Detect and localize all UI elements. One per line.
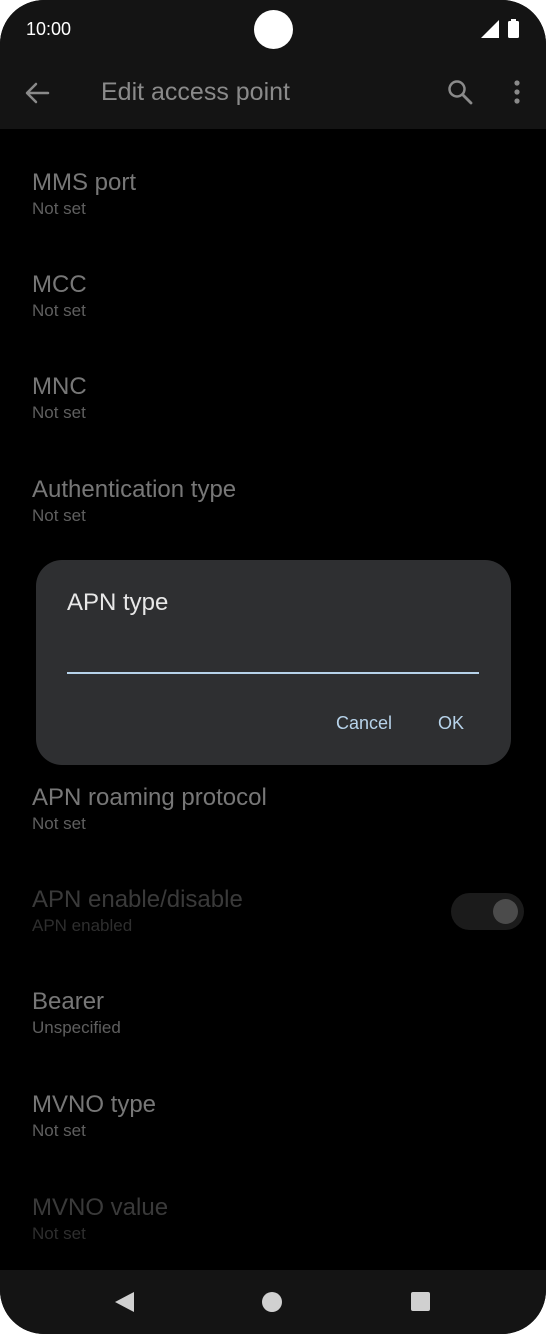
pref-apn-enable: APN enable/disable APN enabled [32,885,243,937]
pref-title: MCC [32,271,87,298]
pref-title: Bearer [32,988,105,1015]
pref-authentication-type[interactable]: Authentication type Not set [32,475,236,527]
more-vert-icon[interactable] [505,78,529,106]
ok-button[interactable]: OK [438,710,464,736]
pref-mnc[interactable]: MNC Not set [32,372,87,424]
pref-mvno-type[interactable]: MVNO type Not set [32,1090,156,1142]
apn-type-input[interactable] [67,640,479,674]
pref-title: APN enable/disable [32,886,243,913]
pref-summary: Not set [32,301,86,320]
camera-cutout [254,10,293,49]
pref-summary: Not set [32,814,86,833]
apn-enable-toggle [451,893,524,930]
pref-summary: Not set [32,1224,86,1243]
apn-type-dialog: APN type Cancel OK [36,560,511,765]
pref-summary: Unspecified [32,1018,121,1037]
dialog-title: APN type [67,589,169,616]
nav-back-icon[interactable] [113,1290,135,1314]
pref-title: Authentication type [32,476,237,503]
pref-summary: Not set [32,199,86,218]
pref-summary: APN enabled [32,916,133,935]
pref-title: APN roaming protocol [32,784,267,811]
nav-home-icon[interactable] [262,1292,282,1312]
status-time: 10:00 [26,19,72,39]
pref-bearer[interactable]: Bearer Unspecified [32,987,121,1039]
pref-apn-roaming-protocol[interactable]: APN roaming protocol Not set [32,783,267,835]
pref-mcc[interactable]: MCC Not set [32,270,87,322]
toggle-knob [493,899,518,924]
pref-title: MMS port [32,169,137,196]
battery-icon [508,19,519,38]
nav-recents-icon[interactable] [411,1292,430,1311]
pref-summary: Not set [32,403,86,422]
signal-icon [481,20,499,38]
arrow-back-icon[interactable] [22,78,52,108]
search-icon[interactable] [446,78,474,106]
pref-mms-port[interactable]: MMS port Not set [32,168,136,220]
pref-title: MVNO type [32,1091,157,1118]
cancel-button[interactable]: Cancel [336,710,392,736]
pref-summary: Not set [32,506,86,525]
pref-summary: Not set [32,1121,86,1140]
pref-title: MVNO value [32,1194,169,1221]
pref-mvno-value: MVNO value Not set [32,1193,168,1245]
pref-title: MNC [32,373,87,400]
page-title: Edit access point [101,78,290,106]
phone-screen: 10:00 Edit access point MMS port Not set… [0,0,546,1334]
